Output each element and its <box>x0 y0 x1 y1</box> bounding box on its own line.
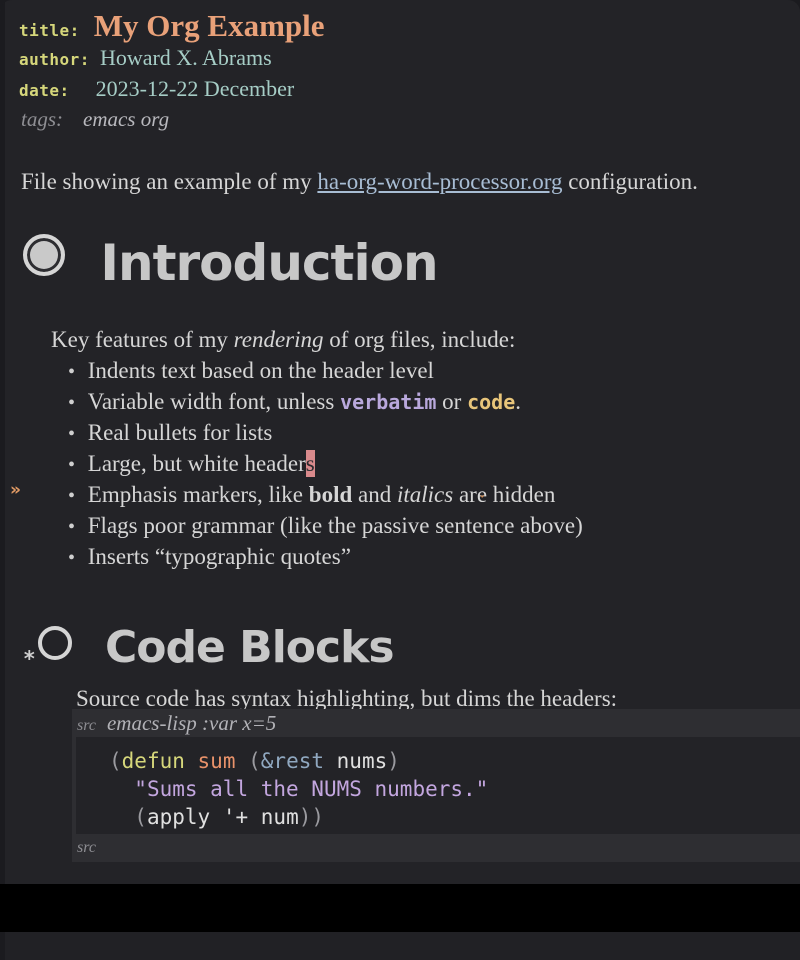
src-begin-keyword: src <box>77 717 96 734</box>
src-block-footer: src <box>77 840 96 856</box>
org-keyword-author: author: Howard X. Abrams <box>19 47 272 69</box>
list-item: • Indents text based on the header level <box>68 359 434 382</box>
intro-lead-in: Key features of my rendering of org file… <box>51 328 515 351</box>
code-line-2: "Sums all the NUMS numbers." <box>134 777 489 801</box>
src-block-footer-bg <box>72 834 800 862</box>
list-item-text: Flags poor grammar (like the passive sen… <box>87 513 583 538</box>
text-cursor: s <box>305 450 315 477</box>
grammar-flag-icon: ˇ <box>479 495 486 510</box>
list-bullet-icon: • <box>68 485 76 507</box>
list-item-text: Indents text based on the header level <box>87 358 434 383</box>
list-item: • Flags poor grammar (like the passive s… <box>68 514 583 537</box>
list-item-text: Real bullets for lists <box>87 420 273 445</box>
code-blocks-lead-in: Source code has syntax highlighting, but… <box>76 686 618 711</box>
code-line-3: (apply '+ num)) <box>134 805 325 829</box>
intro-text-before: File showing an example of my <box>21 169 318 194</box>
list-item-text-part3: are hidden <box>453 482 556 507</box>
src-end-keyword: src <box>77 839 96 856</box>
org-buffer[interactable]: title: My Org Example author: Howard X. … <box>5 0 800 884</box>
src-block-body[interactable]: (defun sum (&rest nums) "Sums all the NU… <box>72 737 800 834</box>
src-block-language-args: emacs-lisp :var x=5 <box>106 711 277 735</box>
modeline[interactable]: 1 example.org 12 Org ! 1 <box>0 884 800 932</box>
list-bullet-icon: • <box>68 423 76 445</box>
lead-in-before: Key features of my <box>51 327 234 352</box>
list-bullet-icon: • <box>68 361 76 383</box>
code-span: code <box>467 390 516 414</box>
heading-bullet-open-circle-icon <box>37 626 72 660</box>
list-bullet-icon: • <box>68 516 76 538</box>
lead-in-after: of org files, include: <box>323 327 516 352</box>
verbatim-span: verbatim <box>340 390 437 414</box>
echo-area <box>0 932 800 960</box>
org-keyword-title: title: My Org Example <box>19 10 325 41</box>
list-item: • Real bullets for lists <box>68 421 272 444</box>
org-keyword-date: date: 2023-12-22 December <box>19 78 294 100</box>
keyword-value-author: Howard X. Abrams <box>99 45 272 70</box>
list-item-text-part2: and <box>352 482 397 507</box>
list-item-text-part2: or <box>436 389 468 414</box>
emacs-frame: title: My Org Example author: Howard X. … <box>0 0 800 960</box>
list-bullet-icon: • <box>68 547 76 569</box>
heading-introduction[interactable]: Introduction <box>23 234 439 288</box>
code-line-1: (defun sum (&rest nums) <box>109 749 400 773</box>
keyword-value-date: 2023-12-22 December <box>95 76 295 101</box>
list-item-text: Large, but white header <box>87 451 306 476</box>
list-item-text-part1: Variable width font, unless <box>87 389 341 414</box>
italic-span: italics <box>396 482 454 507</box>
lead-in-italic: rendering <box>233 327 324 352</box>
keyword-value-tags: emacs org <box>83 107 170 131</box>
heading-code-blocks-label: Code Blocks <box>104 622 395 673</box>
list-item: • Inserts “typographic quotes” <box>68 545 351 568</box>
heading-bullet-filled-circle-icon <box>23 234 65 276</box>
list-item-text: Inserts “typographic quotes” <box>87 544 351 569</box>
bold-span: bold <box>308 482 353 507</box>
heading-code-blocks[interactable]: * Code Blocks <box>23 626 395 671</box>
list-bullet-icon: • <box>68 392 76 414</box>
list-item-text-part3: . <box>515 389 522 414</box>
list-item: • Large, but white headers <box>68 450 315 477</box>
org-link-ha-org-word-processor[interactable]: ha-org-word-processor.org <box>317 169 562 194</box>
list-bullet-icon: • <box>68 454 76 476</box>
keyword-label-title: title: <box>19 21 80 40</box>
keyword-label-date: date: <box>19 81 70 100</box>
echo-area-left-edge <box>0 932 5 960</box>
org-keyword-tags: tags: emacs org <box>21 109 169 130</box>
intro-paragraph: File showing an example of my ha-org-wor… <box>21 170 698 193</box>
keyword-value-title: My Org Example <box>93 8 325 43</box>
keyword-label-author: author: <box>19 50 90 69</box>
list-item-text-part1: Emphasis markers, like <box>87 482 309 507</box>
heading-introduction-label: Introduction <box>100 234 438 292</box>
heading-star-marker: * <box>23 647 36 671</box>
src-block-header: src emacs-lisp :var x=5 <box>77 713 276 734</box>
list-item: • Variable width font, unless verbatim o… <box>68 390 521 413</box>
fringe-arrow-icon: » <box>10 480 21 500</box>
intro-text-after: configuration. <box>562 169 698 194</box>
keyword-label-tags: tags: <box>21 107 63 131</box>
